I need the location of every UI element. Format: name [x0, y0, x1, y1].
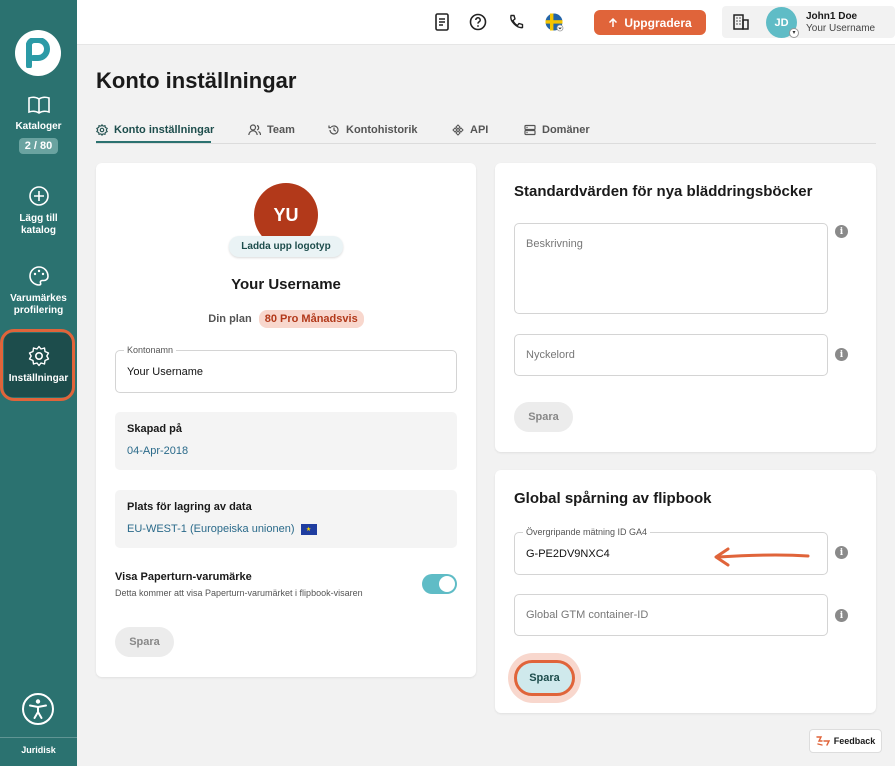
upload-logo-button[interactable]: Ladda upp logotyp: [229, 236, 343, 257]
catalog-count-badge: 2 / 80: [18, 138, 59, 154]
document-icon[interactable]: [432, 12, 452, 32]
description-textarea[interactable]: Beskrivning: [514, 223, 828, 314]
settings-highlight-ring: [0, 329, 75, 401]
account-card: YU Ladda upp logotyp Your Username Din p…: [96, 163, 476, 677]
sidebar-item-label: Kataloger: [15, 121, 62, 132]
brand-toggle[interactable]: [422, 574, 457, 594]
brand-description: Detta kommer att visa Paperturn-varumärk…: [115, 588, 363, 598]
keywords-input[interactable]: Nyckelord: [514, 334, 828, 376]
toggle-knob: [439, 576, 455, 592]
brand-title: Visa Paperturn-varumärke: [115, 571, 252, 583]
phone-icon[interactable]: [506, 12, 526, 32]
sweden-flag-icon[interactable]: [544, 12, 564, 32]
created-value: 04-Apr-2018: [127, 445, 189, 457]
tab-domains[interactable]: Domäner: [524, 124, 590, 136]
storage-box: Plats för lagring av data EU-WEST-1 (Eur…: [115, 490, 457, 548]
feedback-icon: [816, 736, 830, 746]
tracking-title: Global spårning av flipbook: [514, 490, 712, 507]
description-placeholder: Beskrivning: [526, 238, 583, 250]
defaults-card: Standardvärden för nya bläddringsböcker …: [495, 163, 876, 452]
account-name-value: Your Username: [127, 366, 204, 378]
chevron-down-icon[interactable]: ▾: [789, 28, 799, 38]
info-icon[interactable]: i: [835, 546, 848, 559]
account-name-field[interactable]: Kontonamn Your Username: [115, 345, 457, 393]
accessibility-icon: [29, 699, 47, 719]
paperturn-logo[interactable]: [15, 30, 61, 76]
book-open-icon: [27, 96, 50, 114]
tab-account-settings[interactable]: Konto inställningar: [96, 124, 214, 136]
plan-label: Din plan: [208, 313, 252, 325]
account-save-button[interactable]: Spara: [115, 627, 174, 657]
info-icon[interactable]: i: [835, 348, 848, 361]
legal-link[interactable]: Juridisk: [0, 745, 77, 755]
tab-label: Konto inställningar: [114, 124, 215, 136]
history-icon: [328, 125, 339, 135]
sidebar-item-label: Lägg till katalog: [19, 213, 58, 236]
created-label: Skapad på: [127, 423, 183, 435]
keywords-placeholder: Nyckelord: [526, 349, 575, 361]
page-title: Konto inställningar: [96, 68, 297, 93]
storage-value: EU-WEST-1 (Europeiska unionen) ★: [127, 523, 317, 535]
user-username: Your Username: [806, 23, 876, 34]
storage-label: Plats för lagring av data: [127, 501, 252, 513]
users-icon: [248, 124, 261, 136]
tab-account-history[interactable]: Kontohistorik: [328, 124, 418, 136]
defaults-save-button[interactable]: Spara: [514, 402, 573, 432]
info-icon[interactable]: i: [835, 225, 848, 238]
sidebar-divider: [0, 737, 77, 738]
gtm-placeholder: Global GTM container-ID: [526, 609, 649, 621]
plan-row: Din plan 80 Pro Månadsvis: [96, 310, 476, 328]
sidebar-item-label: Varumärkes profilering: [10, 293, 67, 316]
tab-api[interactable]: API: [452, 124, 488, 136]
gear-icon: [96, 124, 108, 136]
eu-flag-icon: ★: [300, 523, 317, 535]
arrow-up-icon: [609, 17, 618, 27]
building-icon[interactable]: [731, 12, 751, 32]
tab-label: Team: [267, 124, 295, 136]
account-username: Your Username: [231, 276, 341, 293]
tab-team[interactable]: Team: [248, 124, 295, 136]
tab-label: Domäner: [542, 124, 590, 136]
annotation-arrow: [714, 547, 810, 567]
upgrade-button[interactable]: Uppgradera: [594, 10, 706, 35]
tab-label: API: [470, 124, 489, 136]
created-box: Skapad på 04-Apr-2018: [115, 412, 457, 470]
tab-bar: Konto inställningar Team Kontohistorik A…: [96, 122, 876, 144]
tracking-card: Global spårning av flipbook Övergripande…: [495, 470, 876, 713]
palette-icon: [28, 266, 49, 286]
help-icon[interactable]: [468, 12, 488, 32]
tab-label: Kontohistorik: [346, 124, 418, 136]
active-tab-indicator: [96, 141, 211, 143]
top-header: Uppgradera JD ▾ John1 Doe Your Username: [77, 0, 895, 45]
plus-circle-icon: [28, 186, 49, 206]
save-highlight-ring: [514, 660, 575, 696]
plan-badge: 80 Pro Månadsvis: [258, 310, 364, 328]
ga4-value: G-PE2DV9NXC4: [526, 548, 610, 560]
sidebar: Kataloger 2 / 80 Lägg till katalog Varum…: [0, 0, 77, 766]
gtm-input[interactable]: Global GTM container-ID: [514, 594, 828, 636]
sidebar-item-branding[interactable]: Varumärkes profilering: [0, 265, 77, 317]
accessibility-button[interactable]: [22, 693, 54, 725]
info-icon[interactable]: i: [835, 609, 848, 622]
server-icon: [524, 124, 536, 136]
feedback-label: Feedback: [833, 736, 876, 746]
sidebar-item-add-catalog[interactable]: Lägg till katalog: [0, 185, 77, 237]
ga4-label: Övergripande mätning ID GA4: [523, 527, 651, 537]
sidebar-item-catalogs[interactable]: Kataloger 2 / 80: [0, 95, 77, 154]
upgrade-label: Uppgradera: [624, 15, 692, 30]
defaults-title: Standardvärden för nya bläddringsböcker: [514, 183, 813, 200]
api-icon: [452, 124, 464, 136]
feedback-button[interactable]: Feedback: [809, 729, 882, 753]
account-name-label: Kontonamn: [124, 345, 177, 355]
user-name: John1 Doe: [806, 11, 858, 22]
